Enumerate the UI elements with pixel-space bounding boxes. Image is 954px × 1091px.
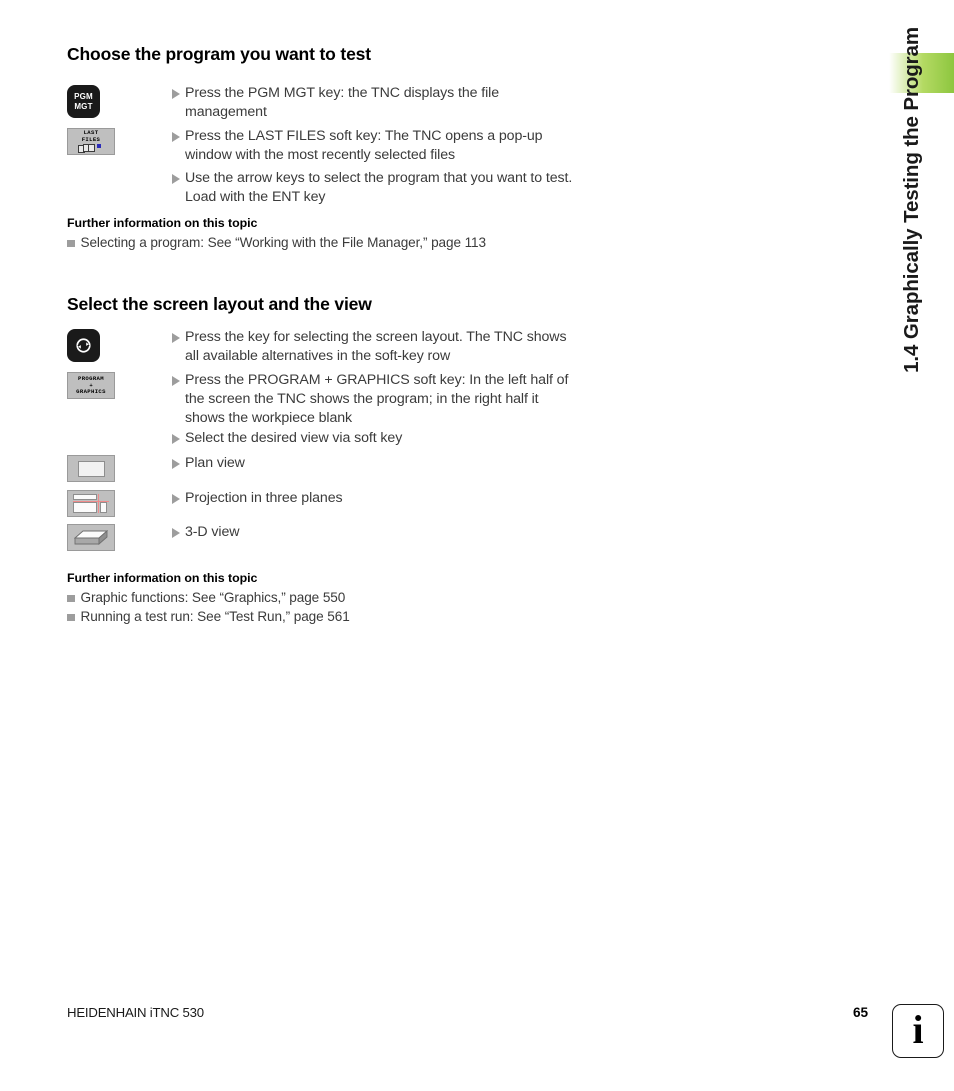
further-information-item: Running a test run: See “Test Run,” page…: [67, 608, 537, 626]
last-files-softkey-icon[interactable]: LAST FILES: [67, 128, 115, 155]
text-cell: Press the key for selecting the screen l…: [172, 328, 577, 366]
three-d-view-softkey-icon[interactable]: [67, 524, 115, 551]
text-cell: Press the LAST FILES soft key: The TNC o…: [172, 127, 577, 165]
instruction-text: Press the key for selecting the screen l…: [185, 329, 567, 364]
instruction-text: Use the arrow keys to select the program…: [185, 170, 573, 205]
triangle-bullet-icon: [172, 528, 180, 538]
footer-brand: HEIDENHAIN iTNC 530: [67, 1005, 204, 1020]
program-graphics-line3: GRAPHICS: [76, 387, 106, 395]
instruction-text: Select the desired view via soft key: [185, 430, 403, 446]
program-graphics-softkey-icon[interactable]: PROGRAM + GRAPHICS: [67, 372, 115, 399]
triangle-bullet-icon: [172, 174, 180, 184]
rotate-circle-icon: [76, 338, 91, 353]
instruction-text: Press the LAST FILES soft key: The TNC o…: [185, 128, 543, 163]
text-cell: Select the desired view via soft key: [172, 429, 577, 448]
triangle-bullet-icon: [172, 132, 180, 142]
square-bullet-icon: [67, 594, 75, 602]
square-bullet-icon: [67, 613, 75, 621]
instruction-row-three-planes: Projection in three planes: [67, 489, 577, 517]
pgm-mgt-key-line1: PGM: [74, 92, 93, 101]
pgm-mgt-key-line2: MGT: [74, 101, 93, 111]
instruction-row-select-view: Select the desired view via soft key: [67, 429, 577, 448]
key-cell: PROGRAM + GRAPHICS: [67, 371, 172, 399]
further-information-text: Graphic functions: See “Graphics,” page …: [80, 590, 346, 605]
further-information-item: Selecting a program: See “Working with t…: [67, 234, 537, 252]
instruction-row-pgm-mgt: PGM MGT Press the PGM MGT key: the TNC d…: [67, 84, 577, 122]
triangle-bullet-icon: [172, 494, 180, 504]
further-information-text: Selecting a program: See “Working with t…: [80, 235, 487, 250]
chapter-side-tab: 1.4 Graphically Testing the Program: [862, 0, 954, 560]
page-footer: HEIDENHAIN iTNC 530 65 i: [0, 1000, 954, 1091]
page-number: 65: [853, 1005, 869, 1020]
further-information-item: Graphic functions: See “Graphics,” page …: [67, 589, 537, 607]
instruction-text: Plan view: [185, 455, 245, 471]
key-cell-empty: [67, 429, 172, 430]
key-cell: [67, 489, 172, 517]
key-cell: PGM MGT: [67, 84, 172, 118]
section-heading-choose-program: Choose the program you want to test: [67, 44, 371, 64]
triangle-bullet-icon: [172, 89, 180, 99]
square-bullet-icon: [67, 239, 75, 247]
further-information-title: Further information on this topic: [67, 571, 258, 585]
further-information-block-2: Further information on this topic Graphi…: [67, 571, 537, 627]
key-cell: [67, 523, 172, 551]
plan-view-rect-icon: [77, 460, 105, 477]
instruction-row-3d-view: 3-D view: [67, 523, 577, 551]
three-planes-diagram-icon: [73, 494, 109, 513]
text-cell: Press the PGM MGT key: the TNC displays …: [172, 84, 577, 122]
key-cell: [67, 454, 172, 482]
three-planes-softkey-icon[interactable]: [67, 490, 115, 517]
further-information-block-1: Further information on this topic Select…: [67, 216, 537, 253]
instruction-row-last-files: LAST FILES Press the LAST FILES soft key…: [67, 127, 577, 165]
info-letter: i: [912, 1007, 924, 1052]
chapter-title: 1.4 Graphically Testing the Program: [900, 27, 923, 373]
info-badge-icon: i: [892, 1004, 944, 1058]
triangle-bullet-icon: [172, 459, 180, 469]
further-information-title: Further information on this topic: [67, 216, 258, 230]
triangle-bullet-icon: [172, 376, 180, 386]
key-cell: [67, 328, 172, 362]
pgm-mgt-key-icon[interactable]: PGM MGT: [67, 85, 100, 118]
plan-view-softkey-icon[interactable]: [67, 455, 115, 482]
text-cell: Press the PROGRAM + GRAPHICS soft key: I…: [172, 371, 577, 428]
key-cell: LAST FILES: [67, 127, 172, 155]
key-cell-empty: [67, 169, 172, 170]
section-heading-screen-layout: Select the screen layout and the view: [67, 294, 372, 314]
manual-page: 1.4 Graphically Testing the Program Choo…: [0, 0, 954, 1091]
further-information-text: Running a test run: See “Test Run,” page…: [80, 609, 350, 624]
instruction-text: Projection in three planes: [185, 490, 343, 506]
screen-layout-key-icon[interactable]: [67, 329, 100, 362]
text-cell: 3-D view: [172, 523, 577, 542]
triangle-bullet-icon: [172, 333, 180, 343]
triangle-bullet-icon: [172, 434, 180, 444]
instruction-text: Press the PROGRAM + GRAPHICS soft key: I…: [185, 372, 569, 426]
text-cell: Plan view: [172, 454, 577, 473]
text-cell: Use the arrow keys to select the program…: [172, 169, 577, 207]
last-files-softkey-line2: FILES: [81, 135, 101, 143]
instruction-row-screen-layout: Press the key for selecting the screen l…: [67, 328, 577, 366]
files-stack-icon: [78, 143, 104, 153]
text-cell: Projection in three planes: [172, 489, 577, 508]
instruction-text: Press the PGM MGT key: the TNC displays …: [185, 85, 500, 120]
instruction-text: 3-D view: [185, 524, 240, 540]
instruction-row-arrow-keys: Use the arrow keys to select the program…: [67, 169, 577, 207]
instruction-row-program-graphics: PROGRAM + GRAPHICS Press the PROGRAM + G…: [67, 371, 577, 428]
instruction-row-plan-view: Plan view: [67, 454, 577, 482]
isometric-block-icon: [74, 530, 108, 545]
